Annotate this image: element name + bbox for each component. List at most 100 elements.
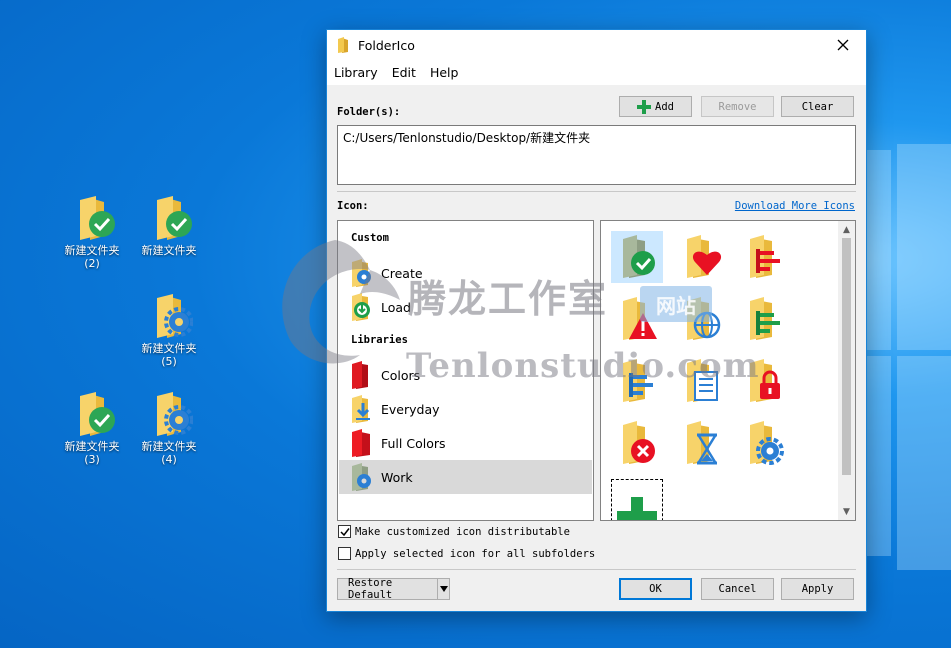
library-item-colors[interactable]: Colors bbox=[339, 358, 592, 392]
folder-path-item[interactable]: C:/Users/Tenlonstudio/Desktop/新建文件夹 bbox=[343, 131, 590, 145]
icon-cell-document-list[interactable] bbox=[675, 355, 727, 407]
library-item-work[interactable]: Work bbox=[339, 460, 592, 494]
library-item-label: Full Colors bbox=[381, 435, 446, 451]
icon-cell-chart-bars[interactable] bbox=[738, 231, 790, 283]
icon-cell-error-x[interactable] bbox=[611, 417, 663, 469]
scroll-down-icon[interactable]: ▼ bbox=[838, 503, 855, 520]
desktop-folder-1[interactable]: 新建文件夹 bbox=[132, 196, 206, 257]
scroll-up-icon[interactable]: ▲ bbox=[838, 221, 855, 238]
folder-error-icon bbox=[623, 421, 655, 464]
library-item-label: Work bbox=[381, 469, 413, 485]
desktop-folder-label: 新建文件夹 bbox=[141, 244, 197, 257]
icon-grid: ▲ ▼ bbox=[600, 220, 856, 521]
folder-gear-icon bbox=[352, 463, 371, 491]
icon-cell-check[interactable] bbox=[611, 231, 663, 283]
icon-label: Icon: bbox=[337, 200, 369, 212]
folder-heart-icon bbox=[687, 235, 722, 278]
icon-cell-list-bars[interactable] bbox=[611, 355, 663, 407]
remove-button-label: Remove bbox=[718, 100, 757, 113]
folder-check-icon bbox=[80, 392, 115, 436]
library-item-full-colors[interactable]: Full Colors bbox=[339, 426, 592, 460]
library-item-label: Everyday bbox=[381, 401, 440, 417]
icon-grid-scrollbar[interactable]: ▲ ▼ bbox=[838, 221, 855, 520]
folder-check-icon bbox=[157, 196, 192, 240]
download-more-icons-link[interactable]: Download More Icons bbox=[735, 200, 855, 212]
close-icon bbox=[837, 39, 849, 51]
dropdown-arrow-icon[interactable] bbox=[437, 579, 449, 599]
app-folder-icon bbox=[338, 37, 348, 53]
title-bar[interactable]: FolderIco bbox=[327, 30, 866, 60]
folders-label: Folder(s): bbox=[337, 106, 401, 118]
icon-cell-chart-bars-green[interactable] bbox=[738, 293, 790, 345]
scroll-thumb[interactable] bbox=[842, 238, 851, 475]
folder-gear-icon bbox=[157, 392, 193, 436]
distributable-label: Make customized icon distributable bbox=[355, 525, 570, 538]
folder-lock-icon bbox=[750, 359, 780, 402]
icon-cell-plus-add[interactable] bbox=[611, 479, 663, 520]
desktop-folder-label: 新建文件夹 (3) bbox=[64, 440, 120, 466]
apply-button[interactable]: Apply bbox=[781, 578, 854, 600]
icon-cell-gear[interactable] bbox=[738, 417, 790, 469]
menu-edit[interactable]: Edit bbox=[385, 65, 423, 80]
subfolders-label: Apply selected icon for all subfolders bbox=[355, 547, 596, 560]
checkmark-icon bbox=[339, 527, 350, 536]
cancel-button-label: Cancel bbox=[718, 583, 757, 595]
desktop-folder-3[interactable]: 新建文件夹 (3) bbox=[55, 392, 129, 466]
clear-button[interactable]: Clear bbox=[781, 96, 854, 117]
library-list: Custom Create Load Libraries Colors Ever… bbox=[337, 220, 594, 521]
folder-gear-icon bbox=[750, 421, 784, 465]
libraries-header: Libraries bbox=[351, 334, 408, 346]
divider bbox=[337, 191, 856, 192]
subfolders-option[interactable]: Apply selected icon for all subfolders bbox=[338, 547, 595, 560]
foldericon-dialog: FolderIco Library Edit Help Folder(s): A… bbox=[326, 29, 867, 612]
library-item-everyday[interactable]: Everyday bbox=[339, 392, 592, 426]
folder-check-icon bbox=[80, 196, 115, 240]
red-folder-icon bbox=[352, 429, 370, 457]
add-button[interactable]: Add bbox=[619, 96, 692, 117]
icon-cell-warning[interactable] bbox=[611, 293, 663, 345]
folder-gear-icon bbox=[352, 259, 371, 287]
close-button[interactable] bbox=[820, 30, 866, 60]
custom-header: Custom bbox=[351, 232, 389, 244]
folder-document-icon bbox=[687, 359, 718, 402]
library-item-label: Colors bbox=[381, 367, 421, 383]
desktop-folder-4[interactable]: 新建文件夹 (4) bbox=[132, 392, 206, 466]
desktop-folder-2[interactable]: 新建文件夹 (2) bbox=[55, 196, 129, 270]
icon-cell-heart[interactable] bbox=[675, 231, 727, 283]
menu-help[interactable]: Help bbox=[423, 65, 466, 80]
window-title: FolderIco bbox=[358, 37, 415, 53]
restore-default-label: Restore Default bbox=[348, 577, 393, 601]
icon-cell-www-globe[interactable] bbox=[675, 293, 727, 345]
distributable-checkbox[interactable] bbox=[338, 525, 351, 538]
folder-chart-bars-green-icon bbox=[750, 297, 780, 340]
library-item-load[interactable]: Load bbox=[339, 290, 592, 324]
library-item-label: Load bbox=[381, 299, 411, 315]
icon-cell-hourglass[interactable] bbox=[675, 417, 727, 469]
subfolders-checkbox[interactable] bbox=[338, 547, 351, 560]
remove-button[interactable]: Remove bbox=[701, 96, 774, 117]
library-item-label: Create bbox=[381, 265, 423, 281]
library-item-create[interactable]: Create bbox=[339, 256, 592, 290]
desktop-folder-5[interactable]: 新建文件夹 (5) bbox=[132, 294, 206, 368]
cancel-button[interactable]: Cancel bbox=[701, 578, 774, 600]
folder-list[interactable]: C:/Users/Tenlonstudio/Desktop/新建文件夹 bbox=[337, 125, 856, 185]
folder-gear-icon bbox=[157, 294, 193, 338]
red-folder-icon bbox=[352, 361, 368, 389]
distributable-option[interactable]: Make customized icon distributable bbox=[338, 525, 570, 538]
icon-cell-lock[interactable] bbox=[738, 355, 790, 407]
folder-globe-icon bbox=[687, 297, 721, 340]
folder-chart-bars-icon bbox=[750, 235, 780, 278]
desktop-folder-label: 新建文件夹 (2) bbox=[64, 244, 120, 270]
add-button-label: Add bbox=[655, 100, 674, 113]
folder-warning-icon bbox=[623, 297, 657, 340]
ok-button-label: OK bbox=[649, 583, 662, 595]
folder-check-icon bbox=[623, 235, 655, 278]
divider bbox=[337, 569, 856, 570]
menu-library[interactable]: Library bbox=[327, 65, 385, 80]
folder-hourglass-icon bbox=[687, 421, 717, 465]
restore-default-button[interactable]: Restore Default bbox=[337, 577, 450, 601]
menu-bar: Library Edit Help bbox=[327, 60, 866, 85]
clear-button-label: Clear bbox=[801, 100, 834, 113]
folder-list-bars-icon bbox=[623, 359, 653, 402]
ok-button[interactable]: OK bbox=[619, 578, 692, 600]
